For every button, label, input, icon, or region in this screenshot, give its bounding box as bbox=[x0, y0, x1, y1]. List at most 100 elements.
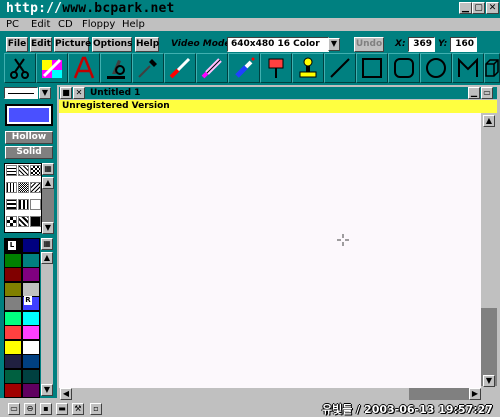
line-width-select[interactable] bbox=[4, 87, 38, 99]
cube-tool[interactable] bbox=[484, 53, 500, 83]
stamp-tool[interactable] bbox=[292, 53, 324, 83]
solid-button[interactable]: Solid bbox=[5, 146, 53, 159]
line-tool[interactable] bbox=[324, 53, 356, 83]
folder-icon[interactable]: ▬ bbox=[56, 403, 68, 415]
scroll-up-icon[interactable]: ▲ bbox=[483, 115, 495, 127]
pattern-swatch[interactable] bbox=[18, 182, 29, 193]
rounded-rectangle-tool[interactable] bbox=[388, 53, 420, 83]
pattern-swatch[interactable] bbox=[18, 216, 29, 227]
palette-color-swatch[interactable] bbox=[22, 368, 40, 384]
palette-color-swatch[interactable] bbox=[4, 354, 22, 369]
palette-color-swatch[interactable] bbox=[22, 238, 40, 253]
rectangle-tool[interactable] bbox=[356, 53, 388, 83]
document-menu-icon[interactable]: ■ bbox=[60, 87, 72, 99]
scissors-tool[interactable] bbox=[4, 53, 36, 83]
pattern-scrollbar[interactable] bbox=[42, 189, 54, 222]
palette-grid-icon[interactable]: ▦ bbox=[41, 238, 53, 250]
file-button[interactable]: File bbox=[6, 37, 28, 52]
drawing-canvas[interactable] bbox=[59, 113, 481, 388]
dropper-tool[interactable] bbox=[132, 53, 164, 83]
minus-icon[interactable]: ▭ bbox=[8, 403, 20, 415]
palette-color-swatch[interactable] bbox=[4, 252, 22, 268]
pattern-swatch[interactable] bbox=[6, 199, 17, 210]
edit-button[interactable]: Edit bbox=[30, 37, 52, 52]
hollow-button[interactable]: Hollow bbox=[5, 131, 53, 144]
minimize-button[interactable]: ▁ bbox=[459, 2, 472, 14]
microscope-tool[interactable] bbox=[100, 53, 132, 83]
menu-pc[interactable]: PC bbox=[4, 18, 21, 31]
pattern-swatch[interactable] bbox=[18, 199, 29, 210]
scroll-up-icon[interactable]: ▲ bbox=[42, 177, 54, 189]
marker-tool[interactable] bbox=[196, 53, 228, 83]
zoom-icon[interactable]: ⊖ bbox=[24, 403, 36, 415]
pattern-swatch[interactable] bbox=[30, 199, 41, 210]
palette-color-swatch[interactable] bbox=[22, 267, 40, 282]
scroll-left-icon[interactable]: ◀ bbox=[60, 388, 72, 400]
picture-button[interactable]: Picture bbox=[54, 37, 91, 52]
palette-color-swatch[interactable] bbox=[4, 310, 22, 326]
pattern-swatch[interactable] bbox=[18, 165, 29, 176]
palette-color-swatch[interactable] bbox=[22, 281, 40, 297]
chevron-down-icon[interactable]: ▼ bbox=[39, 87, 51, 99]
document-minimize-icon[interactable]: ▁ bbox=[468, 87, 480, 99]
pattern-swatch[interactable] bbox=[30, 165, 41, 176]
pin-icon[interactable]: ▫ bbox=[90, 403, 102, 415]
vertical-scrollbar[interactable]: ▲ ▼ bbox=[481, 113, 497, 388]
pattern-swatch[interactable] bbox=[6, 216, 17, 227]
palette-color-swatch[interactable] bbox=[22, 354, 40, 369]
text-tool[interactable] bbox=[68, 53, 100, 83]
hammer-icon[interactable]: ⚒ bbox=[72, 403, 84, 415]
scroll-right-icon[interactable]: ▶ bbox=[469, 388, 481, 400]
document-close-icon[interactable]: ✕ bbox=[73, 87, 85, 99]
palette-color-swatch[interactable] bbox=[22, 325, 40, 340]
circle-tool[interactable] bbox=[420, 53, 452, 83]
close-button[interactable]: ✕ bbox=[486, 2, 499, 14]
palette-color-swatch[interactable] bbox=[4, 281, 22, 297]
eraser-tool[interactable] bbox=[36, 53, 68, 83]
palette-color-swatch[interactable] bbox=[4, 296, 22, 311]
left-color-marker: L bbox=[8, 241, 16, 250]
scroll-up-icon[interactable]: ▲ bbox=[41, 252, 53, 264]
pattern-grid-icon[interactable]: ▦ bbox=[42, 163, 54, 175]
menu-cd[interactable]: CD bbox=[56, 18, 75, 31]
palette-color-swatch[interactable] bbox=[4, 267, 22, 282]
y-label: Y: bbox=[438, 39, 448, 49]
pattern-swatch[interactable] bbox=[6, 165, 17, 176]
brush-tool[interactable] bbox=[164, 53, 196, 83]
palette-color-swatch[interactable] bbox=[4, 325, 22, 340]
palette-color-swatch[interactable] bbox=[4, 383, 22, 398]
spray-tool[interactable] bbox=[228, 53, 260, 83]
horizontal-scrollbar[interactable]: ◀ ▶ bbox=[59, 388, 497, 400]
y-coordinate: 160 bbox=[450, 37, 477, 52]
palette-scrollbar[interactable] bbox=[41, 264, 53, 384]
microscope-icon bbox=[107, 60, 125, 79]
undo-button[interactable]: Undo bbox=[354, 37, 384, 52]
disk-icon[interactable]: ▪ bbox=[40, 403, 52, 415]
menu-floppy[interactable]: Floppy bbox=[80, 18, 117, 31]
menu-edit[interactable]: Edit bbox=[29, 18, 52, 31]
menu-help[interactable]: Help bbox=[120, 18, 147, 31]
palette-color-swatch[interactable] bbox=[22, 310, 40, 326]
scroll-down-icon[interactable]: ▼ bbox=[41, 384, 53, 396]
scroll-down-icon[interactable]: ▼ bbox=[42, 222, 54, 234]
palette-color-swatch[interactable] bbox=[22, 252, 40, 268]
polygon-tool[interactable] bbox=[452, 53, 484, 83]
palette-color-swatch[interactable] bbox=[4, 368, 22, 384]
pattern-swatch[interactable] bbox=[30, 182, 41, 193]
pattern-swatch[interactable] bbox=[30, 216, 41, 227]
pattern-grid[interactable] bbox=[4, 163, 42, 233]
palette-color-swatch[interactable] bbox=[22, 339, 40, 355]
options-button[interactable]: Options bbox=[92, 37, 132, 52]
palette-color-swatch[interactable] bbox=[4, 339, 22, 355]
chevron-down-icon[interactable]: ▼ bbox=[328, 38, 340, 51]
scroll-down-icon[interactable]: ▼ bbox=[483, 375, 495, 387]
pattern-swatch[interactable] bbox=[6, 182, 17, 193]
maximize-button[interactable]: ▢ bbox=[472, 2, 485, 14]
current-color-frame[interactable] bbox=[5, 104, 53, 126]
video-mode-select[interactable]: 640x480 16 Color bbox=[227, 37, 329, 52]
roller-tool[interactable] bbox=[260, 53, 292, 83]
document-maximize-icon[interactable]: ▭ bbox=[481, 87, 493, 99]
color-palette[interactable] bbox=[4, 238, 40, 398]
help-button[interactable]: Help bbox=[135, 37, 159, 52]
palette-color-swatch[interactable] bbox=[22, 383, 40, 398]
